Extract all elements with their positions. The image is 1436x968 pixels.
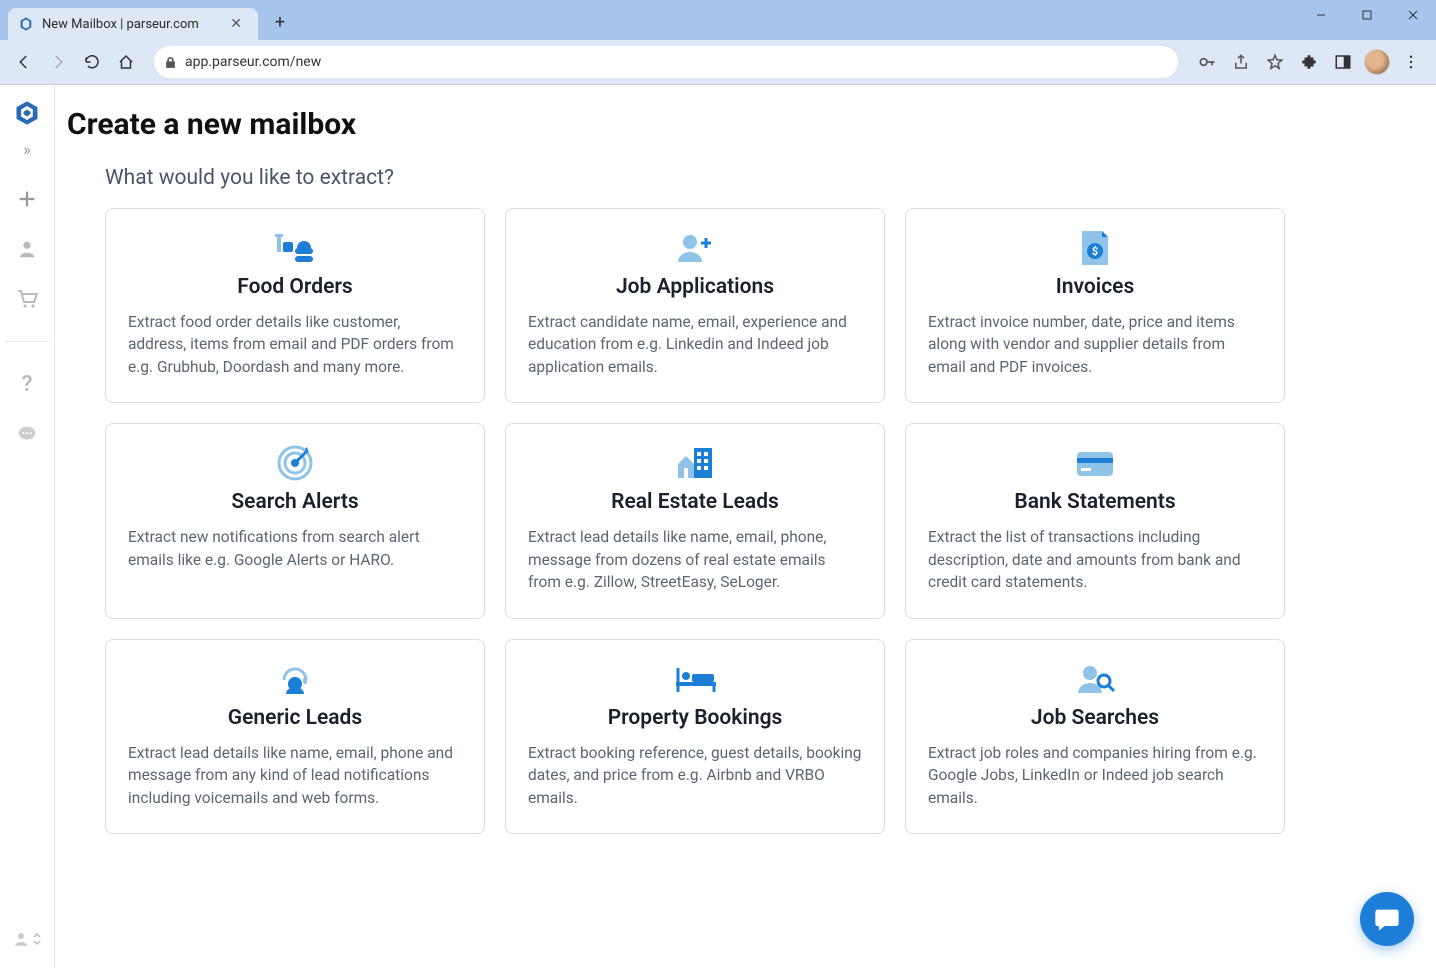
sidebar-add-button[interactable]: [13, 185, 41, 213]
window-controls: [1298, 0, 1436, 30]
app-sidebar: » ?: [0, 85, 55, 968]
page-title: Create a new mailbox: [67, 107, 356, 142]
address-bar[interactable]: app.parseur.com/new: [154, 46, 1178, 78]
food-icon: [273, 229, 317, 267]
card-desc: Extract booking reference, guest details…: [528, 742, 862, 809]
invoice-icon: $: [1078, 229, 1112, 267]
card-title: Real Estate Leads: [611, 490, 779, 514]
user-search-icon: [1074, 660, 1116, 698]
app-logo-icon[interactable]: [13, 99, 41, 127]
card-job-searches[interactable]: Job Searches Extract job roles and compa…: [905, 639, 1285, 834]
card-desc: Extract lead details like name, email, p…: [128, 742, 462, 809]
headset-icon: [276, 660, 314, 698]
card-bank-statements[interactable]: Bank Statements Extract the list of tran…: [905, 423, 1285, 618]
lock-icon: [164, 56, 177, 69]
browser-titlebar: New Mailbox | parseur.com ✕ +: [0, 0, 1436, 40]
card-title: Invoices: [1056, 275, 1135, 299]
support-chat-button[interactable]: [1360, 892, 1414, 946]
bookmark-star-icon[interactable]: [1260, 47, 1290, 77]
back-button[interactable]: [10, 48, 38, 76]
card-desc: Extract candidate name, email, experienc…: [528, 311, 862, 378]
page-subtitle: What would you like to extract?: [105, 166, 1396, 190]
card-desc: Extract the list of transactions includi…: [928, 526, 1262, 593]
card-invoices[interactable]: $ Invoices Extract invoice number, date,…: [905, 208, 1285, 403]
target-icon: [275, 444, 315, 482]
card-title: Property Bookings: [608, 706, 783, 730]
close-tab-icon[interactable]: ✕: [226, 16, 246, 32]
sidebar-chevrons-icon[interactable]: »: [13, 135, 41, 163]
home-button[interactable]: [112, 48, 140, 76]
card-desc: Extract job roles and companies hiring f…: [928, 742, 1262, 809]
sidebar-cart-icon[interactable]: [13, 285, 41, 313]
card-desc: Extract invoice number, date, price and …: [928, 311, 1262, 378]
browser-tab-title: New Mailbox | parseur.com: [42, 17, 218, 32]
sidebar-account-icon[interactable]: [13, 235, 41, 263]
card-desc: Extract food order details like customer…: [128, 311, 462, 378]
extensions-icon[interactable]: [1294, 47, 1324, 77]
card-desc: Extract lead details like name, email, p…: [528, 526, 862, 593]
sidebar-chat-icon[interactable]: [13, 420, 41, 448]
card-generic-leads[interactable]: Generic Leads Extract lead details like …: [105, 639, 485, 834]
sidebar-divider: [5, 341, 48, 342]
card-search-alerts[interactable]: Search Alerts Extract new notifications …: [105, 423, 485, 618]
share-icon[interactable]: [1226, 47, 1256, 77]
card-food-orders[interactable]: Food Orders Extract food order details l…: [105, 208, 485, 403]
browser-tab[interactable]: New Mailbox | parseur.com ✕: [8, 8, 258, 40]
card-title: Generic Leads: [228, 706, 362, 730]
card-job-applications[interactable]: Job Applications Extract candidate name,…: [505, 208, 885, 403]
parseur-favicon-icon: [18, 16, 34, 32]
address-url: app.parseur.com/new: [185, 54, 321, 70]
card-desc: Extract new notifications from search al…: [128, 526, 462, 571]
building-icon: [674, 444, 716, 482]
maximize-button[interactable]: [1344, 0, 1390, 30]
sidebar-user-switch[interactable]: [12, 930, 42, 948]
card-property-bookings[interactable]: Property Bookings Extract booking refere…: [505, 639, 885, 834]
main-content: Create a new mailbox What would you like…: [55, 85, 1436, 968]
forward-button[interactable]: [44, 48, 72, 76]
bank-card-icon: [1073, 444, 1117, 482]
browser-toolbar: app.parseur.com/new: [0, 40, 1436, 84]
sidepanel-icon[interactable]: [1328, 47, 1358, 77]
new-tab-button[interactable]: +: [268, 10, 292, 34]
password-key-icon[interactable]: [1192, 47, 1222, 77]
mailbox-type-grid: Food Orders Extract food order details l…: [105, 208, 1285, 834]
card-title: Bank Statements: [1014, 490, 1175, 514]
profile-avatar[interactable]: [1362, 47, 1392, 77]
close-window-button[interactable]: [1390, 0, 1436, 30]
minimize-button[interactable]: [1298, 0, 1344, 30]
kebab-menu-icon[interactable]: [1396, 47, 1426, 77]
card-title: Search Alerts: [231, 490, 358, 514]
card-real-estate-leads[interactable]: Real Estate Leads Extract lead details l…: [505, 423, 885, 618]
card-title: Food Orders: [237, 275, 352, 299]
card-title: Job Applications: [616, 275, 774, 299]
sidebar-help-icon[interactable]: ?: [13, 370, 41, 398]
content-region: » ? Cre: [0, 84, 1436, 968]
svg-text:$: $: [1092, 245, 1098, 258]
bed-icon: [672, 660, 718, 698]
user-plus-icon: [674, 229, 716, 267]
card-title: Job Searches: [1031, 706, 1159, 730]
reload-button[interactable]: [78, 48, 106, 76]
